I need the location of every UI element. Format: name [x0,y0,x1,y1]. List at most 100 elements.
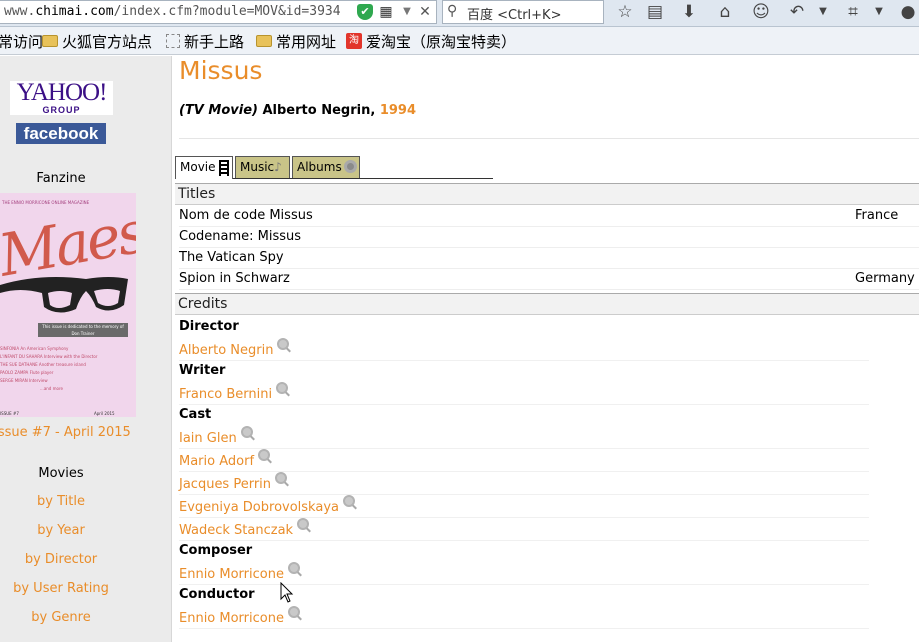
movies-by-genre-link[interactable]: by Genre [0,610,122,625]
search-box[interactable]: ⚲ 百度 <Ctrl+K> [442,0,604,24]
tab-bar: Movie Music♪ Albums [175,156,493,179]
url-prefix: www. [4,4,36,19]
qr-code-icon[interactable]: ▦ [378,4,394,20]
dropdown-icon[interactable]: ▼ [868,1,890,23]
yahoo-group-text: GROUP [42,105,81,115]
titles-section-header: Titles [175,183,919,205]
bookmark-item[interactable]: 淘爱淘宝（原淘宝特卖） [346,32,517,51]
zoom-icon[interactable] [287,606,300,618]
film-icon [219,160,229,176]
zoom-icon[interactable] [258,449,271,461]
star-icon[interactable]: ☆ [614,1,636,23]
magazine-issue: ISSUE #7 [0,411,19,416]
bookmark-item[interactable]: 常用网址 [256,32,336,51]
person-name: Franco Bernini [179,387,273,402]
folder-icon [42,35,58,47]
reader-icon[interactable]: ▤ [644,1,666,23]
shield-icon[interactable]: ✔ [357,4,373,20]
alt-title: Codename: Missus [179,229,302,244]
movies-by-rating-link[interactable]: by User Rating [0,581,122,596]
zoom-icon[interactable] [343,495,355,507]
url-path: /index.cfm?module=MOV&id=3934 [113,4,341,19]
person-name: Ennio Morricone [179,567,284,582]
left-sidebar: YAHOO! GROUP facebook Fanzine THE ENNIO … [0,56,172,642]
yahoo-group-link[interactable]: YAHOO! GROUP [10,79,113,115]
address-bar[interactable]: www.chimai.com/index.cfm?module=MOV&id=3… [0,0,437,24]
bookmark-item[interactable]: 常访问 [0,32,44,51]
bookmark-item[interactable]: 火狐官方站点 [42,32,152,51]
issue-link[interactable]: Issue #7 - April 2015 [0,425,164,440]
zoom-icon[interactable] [275,472,288,484]
role-conductor: Conductor [179,587,255,602]
alt-title: Nom de code Missus [179,208,313,223]
divider [179,138,919,139]
role-cast: Cast [179,407,212,422]
role-writer: Writer [179,363,226,378]
tab-label: Movie [180,160,216,174]
role-composer: Composer [179,543,253,558]
bookmark-label: 爱淘宝（原淘宝特卖） [366,32,517,51]
person-name: Mario Adorf [179,454,255,469]
tab-albums[interactable]: Albums [292,156,360,178]
search-icon: ⚲ [447,3,458,19]
home-icon[interactable]: ⌂ [714,1,736,23]
title-row: Codename: Missus [179,227,919,248]
movie-year: 1994 [379,103,416,118]
zoom-icon[interactable] [276,382,289,394]
zoom-icon[interactable] [287,562,300,574]
person-name: Jacques Perrin [179,477,272,492]
music-note-icon: ♪ [274,160,282,174]
credit-person-link[interactable]: Mario Adorf [179,449,869,472]
magazine-line: SERGE MIRAN Interview [0,378,48,383]
credit-person-link[interactable]: Alberto Negrin [179,338,869,361]
disc-icon [343,160,357,173]
title-country: Germany [855,271,915,286]
facebook-link[interactable]: facebook [16,123,106,144]
tab-label: Albums [297,160,342,174]
dropdown-icon[interactable]: ▼ [399,4,415,20]
movies-by-title-link[interactable]: by Title [0,494,122,509]
tab-music[interactable]: Music♪ [235,156,290,178]
credit-person-link[interactable]: Evgeniya Dobrovolskaya [179,495,869,518]
magazine-line: SINFONIA An American Symphony [0,346,69,351]
credit-person-link[interactable]: Jacques Perrin [179,472,869,495]
bookmark-label: 常访问 [0,32,44,51]
dropdown-icon[interactable]: ▼ [812,1,834,23]
search-placeholder: 百度 <Ctrl+K> [467,8,562,23]
zoom-icon[interactable] [277,338,290,350]
browser-toolbar: www.chimai.com/index.cfm?module=MOV&id=3… [0,0,919,27]
credit-person-link[interactable]: Franco Bernini [179,382,869,405]
role-director: Director [179,319,239,334]
zoom-icon[interactable] [240,426,253,438]
download-icon[interactable]: ⬇ [678,1,700,23]
page-icon [166,34,180,48]
movie-type: (TV Movie) [179,103,258,118]
crop-icon[interactable]: ⌗ [842,1,864,23]
bookmark-item[interactable]: 新手上路 [166,32,244,51]
alt-title: The Vatican Spy [179,250,284,265]
title-row: Nom de code Missus France [179,206,919,227]
more-icon[interactable]: ● [897,1,919,23]
close-icon[interactable]: ✕ [417,4,433,20]
yahoo-logo-text: YAHOO! [16,79,108,106]
undo-icon[interactable]: ↶ [786,1,808,23]
taobao-icon: 淘 [346,33,362,49]
url-text[interactable]: www.chimai.com/index.cfm?module=MOV&id=3… [4,4,341,19]
main-content: Missus (TV Movie) Alberto Negrin, 1994 M… [173,56,919,642]
movies-by-year-link[interactable]: by Year [0,523,122,538]
tab-movie[interactable]: Movie [175,156,233,179]
mouse-cursor-icon [280,582,294,603]
credit-person-link[interactable]: Wadeck Stanczak [179,518,869,541]
credit-person-link[interactable]: Ennio Morricone [179,606,869,629]
magazine-line: L'INFANT DU SAHARA Interview with the Di… [0,354,98,359]
chat-icon[interactable]: ☺ [750,1,772,23]
movies-by-director-link[interactable]: by Director [0,552,122,567]
title-row: The Vatican Spy [179,248,919,269]
alt-title: Spion in Schwarz [179,271,290,286]
magazine-date: April 2015 [94,411,115,416]
zoom-icon[interactable] [297,518,310,530]
person-name: Evgeniya Dobrovolskaya [179,500,339,515]
magazine-cover[interactable]: THE ENNIO MORRICONE ONLINE MAGAZINE Maes… [0,193,136,417]
title-row: Spion in Schwarz Germany [179,269,919,290]
credit-person-link[interactable]: Iain Glen [179,426,869,449]
